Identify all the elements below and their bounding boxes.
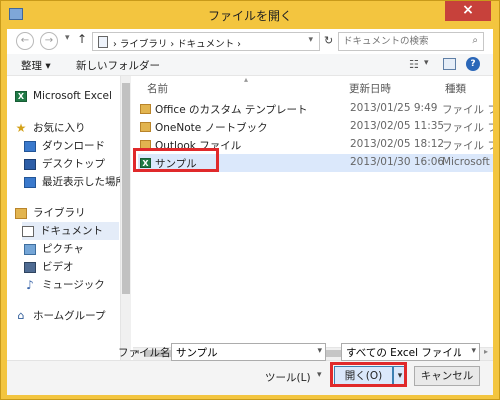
window-title: ファイルを開く xyxy=(207,9,292,23)
dialog-footer: ファイル名(N): ▾ ▾ ツール(L) ▾ 開く(O) ▾ キャンセル xyxy=(7,343,493,395)
search-input[interactable] xyxy=(339,33,463,50)
sidebar-item-pictures[interactable]: ピクチャ xyxy=(24,240,119,258)
sidebar-item-videos[interactable]: ビデオ xyxy=(24,258,119,276)
help-icon[interactable]: ? xyxy=(466,57,480,71)
file-modified: 2013/01/30 16:06 xyxy=(350,156,445,168)
sidebar-item-recent-places[interactable]: 最近表示した場所 xyxy=(24,173,126,191)
sidebar-item-label: ドキュメント xyxy=(40,225,103,237)
file-row[interactable]: Outlook ファイル 2013/02/05 18:12 ファイル フォル xyxy=(138,136,493,154)
cancel-button[interactable]: キャンセル xyxy=(414,366,480,386)
file-row[interactable]: OneNote ノートブック 2013/02/05 11:35 ファイル フォル xyxy=(138,118,493,136)
file-modified: 2013/02/05 11:35 xyxy=(350,120,445,132)
sidebar-item-label: ミュージック xyxy=(42,279,105,291)
sidebar-item-libraries[interactable]: ライブラリ xyxy=(15,204,119,222)
homegroup-icon: ⌂ xyxy=(17,309,25,322)
folder-icon xyxy=(140,140,151,150)
document-icon xyxy=(22,225,34,237)
sidebar-item-desktop[interactable]: デスクトップ xyxy=(24,155,119,173)
scroll-right-icon[interactable]: ▸ xyxy=(484,347,488,356)
close-button[interactable]: × xyxy=(445,1,491,21)
sidebar-item-label: ビデオ xyxy=(42,261,74,273)
pictures-icon xyxy=(24,243,36,255)
sort-ascending-icon: ▴ xyxy=(244,76,249,84)
folder-icon xyxy=(140,122,151,132)
file-row-selected[interactable]: X サンプル 2013/01/30 16:06 Microsoft Ex xyxy=(138,154,493,172)
open-button[interactable]: 開く(O) xyxy=(334,366,393,386)
library-location-icon xyxy=(98,36,108,48)
filename-dropdown-icon[interactable]: ▾ xyxy=(317,346,322,356)
sidebar-item-label: Microsoft Excel xyxy=(33,90,112,102)
filename-input[interactable] xyxy=(172,344,311,360)
open-dropdown-icon[interactable]: ▾ xyxy=(393,366,407,386)
up-folder-icon[interactable]: ↑ xyxy=(77,32,87,46)
star-icon: ★ xyxy=(15,121,27,135)
file-type: ファイル フォル xyxy=(442,104,493,116)
refresh-icon[interactable]: ↻ xyxy=(324,34,333,47)
file-name: サンプル xyxy=(155,158,197,170)
sidebar-item-microsoft-excel[interactable]: X Microsoft Excel xyxy=(15,87,119,105)
file-name: Outlook ファイル xyxy=(155,140,242,152)
video-icon xyxy=(24,261,36,273)
file-name: Office のカスタム テンプレート xyxy=(155,104,308,116)
file-modified: 2013/01/25 9:49 xyxy=(350,102,438,114)
column-header-type[interactable]: 種類 xyxy=(445,81,466,96)
filetype-dropdown-icon[interactable]: ▾ xyxy=(471,346,476,356)
filetype-input[interactable] xyxy=(342,344,465,360)
address-dropdown-icon[interactable]: ▾ xyxy=(308,35,313,45)
search-box[interactable]: ⌕ xyxy=(338,32,484,51)
sidebar-item-music[interactable]: ♪ ミュージック xyxy=(24,276,119,294)
sidebar-item-label: ライブラリ xyxy=(33,207,86,219)
preview-pane-icon[interactable] xyxy=(443,58,456,70)
sidebar-item-label: ダウンロード xyxy=(42,140,105,152)
file-type: Microsoft Ex xyxy=(442,156,493,168)
forward-arrow-icon[interactable]: → xyxy=(40,32,58,50)
navigation-pane: X Microsoft Excel ★ お気に入り ダウンロード デスクトップ 最近… xyxy=(7,76,131,360)
organize-menu[interactable]: 整理 ▾ xyxy=(21,58,51,73)
sidebar-item-favorites[interactable]: ★ お気に入り xyxy=(15,119,119,137)
sidebar-item-label: 最近表示した場所 xyxy=(42,176,126,188)
file-list: 名前 ▴ 更新日時 種類 Office のカスタム テンプレート 2013/01… xyxy=(133,76,493,360)
navigation-bar: ← → ▾ ↑ › ライブラリ › ドキュメント › ▾ ↻ ⌕ xyxy=(7,29,493,54)
excel-file-icon: X xyxy=(140,158,151,168)
file-name: OneNote ノートブック xyxy=(155,122,268,134)
file-type: ファイル フォル xyxy=(442,140,493,152)
title-bar[interactable]: ファイルを開く × xyxy=(1,1,499,29)
view-dropdown-icon[interactable]: ▾ xyxy=(424,58,429,68)
tools-menu[interactable]: ツール(L) xyxy=(265,370,311,385)
sidebar-item-label: お気に入り xyxy=(33,122,86,134)
column-header-modified[interactable]: 更新日時 xyxy=(349,81,391,96)
file-open-dialog: ファイルを開く × ← → ▾ ↑ › ライブラリ › ドキュメント › ▾ ↻… xyxy=(0,0,500,400)
column-header-name[interactable]: 名前 xyxy=(147,81,168,96)
excel-icon: X xyxy=(15,90,27,102)
sidebar-item-documents[interactable]: ドキュメント xyxy=(22,222,119,240)
download-folder-icon xyxy=(24,140,36,152)
address-path[interactable]: › ライブラリ › ドキュメント › xyxy=(113,36,241,50)
navigation-pane-scroll-thumb[interactable] xyxy=(122,83,130,294)
history-dropdown-icon[interactable]: ▾ xyxy=(65,33,70,43)
tools-dropdown-icon[interactable]: ▾ xyxy=(317,370,322,380)
sidebar-item-downloads[interactable]: ダウンロード xyxy=(24,137,119,155)
sidebar-item-label: ピクチャ xyxy=(42,243,84,255)
filename-field[interactable]: ▾ xyxy=(171,343,326,361)
sidebar-item-label: ホームグループ xyxy=(33,310,106,322)
recent-places-icon xyxy=(24,176,36,188)
file-type: ファイル フォル xyxy=(442,122,493,134)
command-toolbar: 整理 ▾ 新しいフォルダー ☷ ▾ ? xyxy=(7,54,493,76)
file-modified: 2013/02/05 18:12 xyxy=(350,138,445,150)
file-row[interactable]: Office のカスタム テンプレート 2013/01/25 9:49 ファイル… xyxy=(138,100,493,118)
search-icon[interactable]: ⌕ xyxy=(472,35,478,46)
library-icon xyxy=(15,207,27,219)
sidebar-item-label: デスクトップ xyxy=(42,158,105,170)
back-arrow-icon[interactable]: ← xyxy=(16,32,34,50)
sidebar-item-homegroup[interactable]: ⌂ ホームグループ xyxy=(15,307,119,325)
music-icon: ♪ xyxy=(26,278,34,292)
address-bar[interactable]: › ライブラリ › ドキュメント › ▾ xyxy=(92,32,320,51)
new-folder-button[interactable]: 新しいフォルダー xyxy=(76,58,160,73)
desktop-icon xyxy=(24,158,36,170)
filetype-select[interactable]: ▾ xyxy=(341,343,480,361)
view-options-icon[interactable]: ☷ xyxy=(409,58,419,71)
folder-icon xyxy=(140,104,151,114)
